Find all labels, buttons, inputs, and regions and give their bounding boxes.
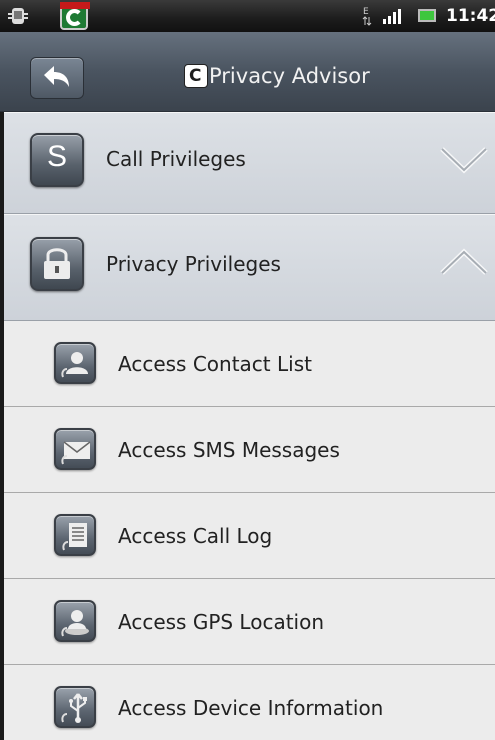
privilege-list: S Call Privileges Privacy Privileges Acc… [0,112,495,740]
item-access-device-information[interactable]: Access Device Information [0,665,495,740]
data-connection-icon: E [362,7,372,26]
item-access-gps-location[interactable]: Access GPS Location [0,579,495,665]
signal-strength-icon [383,9,401,24]
screen-edge [0,112,4,740]
envelope-icon [54,428,96,470]
app-logo-icon: C [184,64,208,88]
item-label: Access SMS Messages [118,438,340,462]
lock-icon [30,237,84,291]
usb-debugging-icon [8,8,28,24]
item-label: Access GPS Location [118,610,325,634]
item-label: Access Device Information [118,696,384,720]
comodo-app-notification-icon [60,2,90,30]
call-log-icon [54,514,96,556]
group-privacy-privileges[interactable]: Privacy Privileges [0,214,495,321]
item-access-call-log[interactable]: Access Call Log [0,493,495,579]
back-button[interactable] [30,57,84,99]
chevron-down-icon[interactable] [440,146,488,174]
svg-text:E: E [363,7,369,17]
group-label: Privacy Privileges [106,252,281,276]
page-title: Privacy Advisor [209,64,370,88]
status-time: 11:42 [446,6,495,26]
item-access-contact-list[interactable]: Access Contact List [0,321,495,407]
usb-device-icon [54,686,96,728]
battery-icon [418,9,436,22]
item-label: Access Contact List [118,352,312,376]
status-bar: E 11:42 [0,0,495,32]
back-arrow-icon [44,66,69,87]
item-access-sms-messages[interactable]: Access SMS Messages [0,407,495,493]
contact-icon [54,342,96,384]
item-label: Access Call Log [118,524,273,548]
chevron-up-icon[interactable] [440,248,488,276]
group-call-privileges[interactable]: S Call Privileges [0,112,495,214]
group-label: Call Privileges [106,147,246,171]
gps-location-icon [54,600,96,642]
call-privileges-icon: S [30,133,84,187]
